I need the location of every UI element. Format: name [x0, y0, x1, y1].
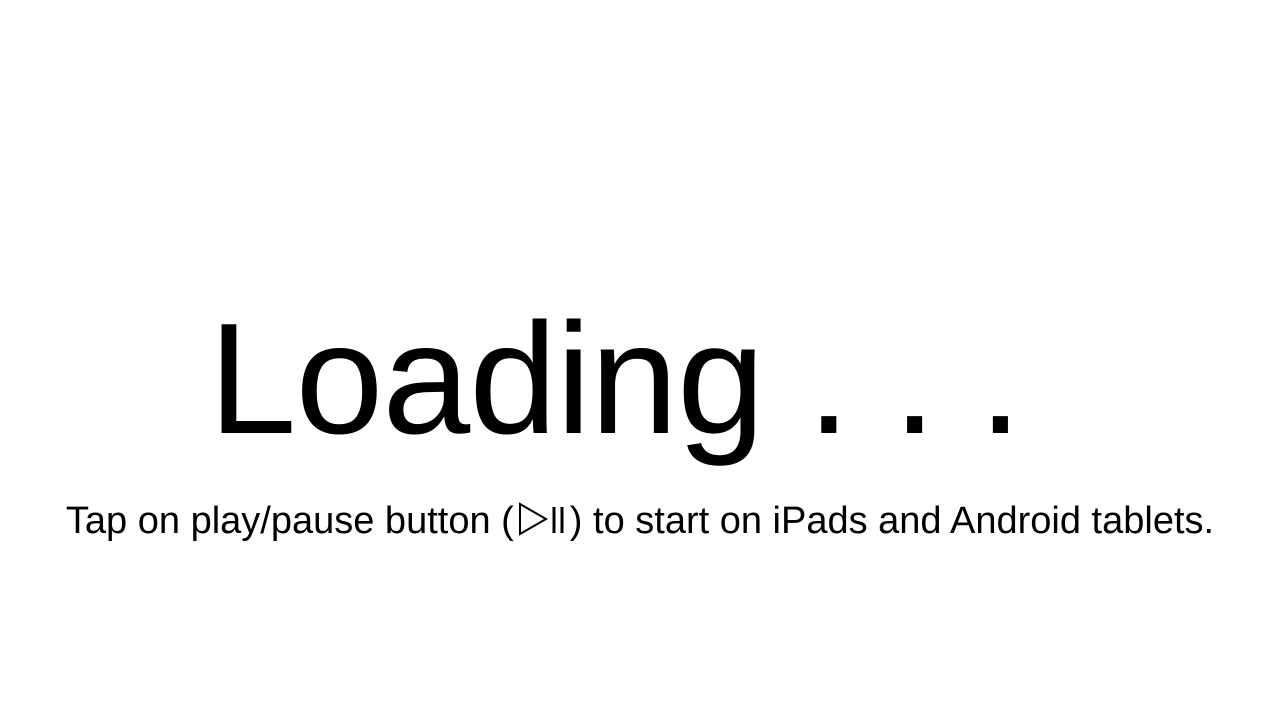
instruction-suffix: ) to start on iPads and Android tablets.	[569, 500, 1215, 542]
instruction-prefix: Tap on play/pause button (	[65, 500, 514, 542]
instruction-text: Tap on play/pause button ( ) to start on …	[0, 498, 1280, 548]
play-pause-icon	[516, 501, 568, 548]
loading-screen: Loading . . . Tap on play/pause button (…	[0, 0, 1280, 720]
loading-label: Loading . . .	[208, 291, 1023, 467]
